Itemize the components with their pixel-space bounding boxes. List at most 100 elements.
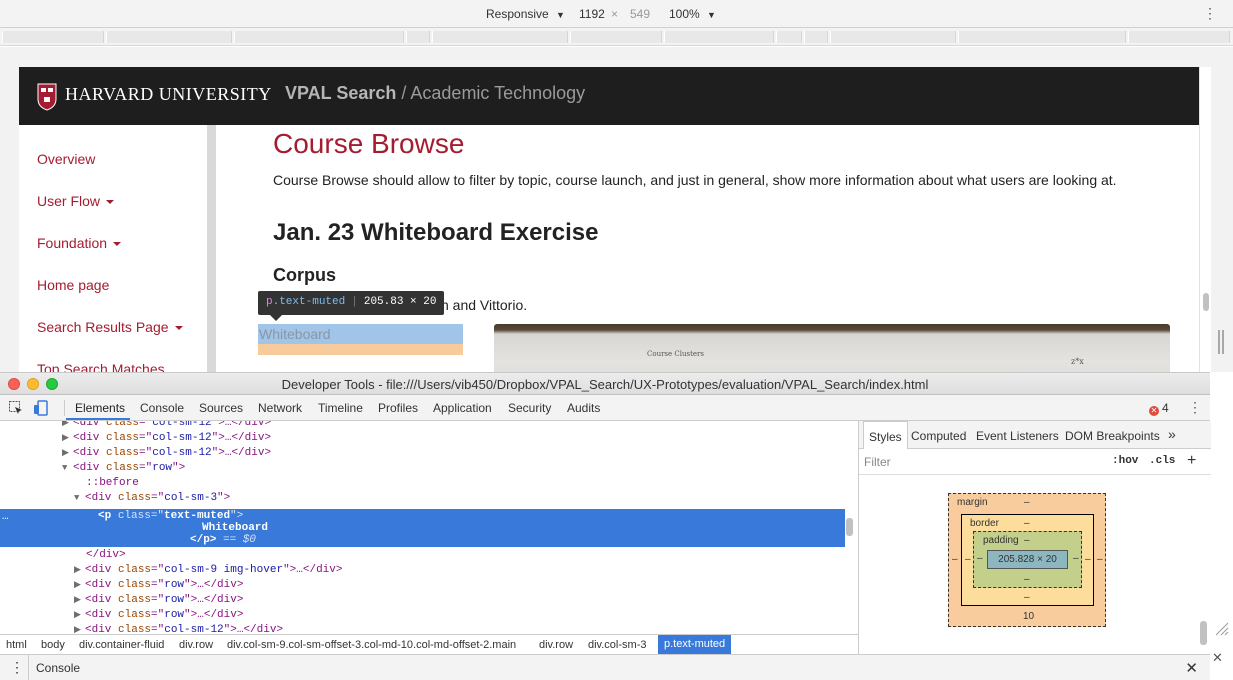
page-scrollbar[interactable] [1199,67,1211,373]
box-model-margin[interactable]: margin – 10 – – border – – – – padding –… [948,493,1106,627]
expand-triangle-icon[interactable]: ▶ [74,580,82,590]
sidebar-item-search-results[interactable]: Search Results Page [37,319,183,335]
margin-top-value[interactable]: – [1024,497,1030,508]
sidebar-item-foundation[interactable]: Foundation [37,235,122,251]
border-top-value[interactable]: – [1024,518,1030,529]
padding-bottom-value[interactable]: – [1024,574,1030,585]
media-query-bar[interactable] [106,31,232,43]
error-counter[interactable]: ✕ 4 [1149,401,1169,416]
site-title[interactable]: VPAL Search / Academic Technology [285,83,585,104]
dom-node[interactable]: </div> [86,549,126,564]
box-model-border[interactable]: border – – – – padding – – – – 205.828 ×… [961,514,1094,606]
device-toggle-icon[interactable] [33,400,49,416]
resize-handle-icon[interactable] [1218,330,1224,354]
breadcrumb-item-active[interactable]: p.text-muted [658,635,732,654]
device-mode-select[interactable]: Responsive ▼ [486,7,565,21]
dom-node[interactable]: ▶ <div class="row">…</div> [74,579,243,594]
media-query-bar[interactable] [776,31,802,43]
viewport-width-input[interactable]: 1192 [579,7,605,21]
tab-sources[interactable]: Sources [199,401,243,415]
sidebar-item-user-flow[interactable]: User Flow [37,193,115,209]
media-query-ruler[interactable] [0,28,1233,46]
dom-node[interactable]: ▶ <div class="col-sm-12">…</div> [62,421,271,432]
dom-node[interactable]: ▶ <div class="col-sm-12">…</div> [62,447,271,462]
more-options-icon[interactable]: ⋮ [1188,399,1202,416]
border-left-value[interactable]: – [965,554,971,565]
dom-node[interactable]: ▶ <div class="col-sm-9 img-hover">…</div> [74,564,342,579]
breadcrumb-item[interactable]: body [41,639,65,651]
dom-node[interactable]: ▼ <div class="col-sm-3"> [74,492,230,507]
dom-node[interactable]: ▶ <div class="col-sm-12">…</div> [62,432,271,447]
whiteboard-image[interactable] [494,324,1170,373]
dom-node[interactable]: ::before [86,477,139,492]
resize-grip-icon[interactable] [1213,620,1229,636]
drawer-menu-icon[interactable]: ⋮ [10,659,24,676]
tab-profiles[interactable]: Profiles [378,401,418,415]
class-toggle[interactable]: .cls [1149,455,1175,467]
padding-top-value[interactable]: – [1024,535,1030,546]
breadcrumb-item[interactable]: div.container-fluid [79,639,164,651]
media-query-bar[interactable] [570,31,662,43]
media-query-bar[interactable] [406,31,430,43]
media-query-bar[interactable] [2,31,104,43]
inspect-element-icon[interactable] [8,400,24,416]
tab-security[interactable]: Security [508,401,551,415]
scrollbar-thumb[interactable] [1203,293,1209,311]
media-query-bar[interactable] [664,31,774,43]
sidebar-item-overview[interactable]: Overview [37,151,95,167]
tab-timeline[interactable]: Timeline [318,401,363,415]
styles-filter-input[interactable]: Filter [864,455,891,469]
dom-node[interactable]: ▶ <div class="row">…</div> [74,609,243,624]
dom-node[interactable]: ▶ <div class="row">…</div> [74,594,243,609]
media-query-bar[interactable] [958,31,1126,43]
close-icon[interactable]: ✕ [1185,659,1198,677]
sidebar-item-home-page[interactable]: Home page [37,277,109,293]
padding-left-value[interactable]: – [977,553,983,564]
collapse-triangle-icon[interactable]: ▼ [62,463,70,473]
breadcrumb-item[interactable]: div.row [179,639,213,651]
breadcrumb-item[interactable]: html [6,639,27,651]
university-name[interactable]: HARVARD UNIVERSITY [65,84,272,105]
drawer-tab-console[interactable]: Console [36,661,80,675]
margin-right-value[interactable]: – [1097,554,1103,565]
more-tabs-icon[interactable]: » [1168,426,1176,442]
expand-triangle-icon[interactable]: ▶ [74,595,82,605]
breadcrumb-item[interactable]: div.col-sm-9.col-sm-offset-3.col-md-10.c… [227,639,516,651]
expand-triangle-icon[interactable]: ▶ [62,421,70,428]
expand-triangle-icon[interactable]: ▶ [62,433,70,443]
tab-console[interactable]: Console [140,401,184,415]
node-actions-icon[interactable]: … [2,511,9,523]
border-right-value[interactable]: – [1085,554,1091,565]
viewport-height-input[interactable]: 549 [630,7,650,21]
scrollbar-thumb[interactable] [846,518,853,536]
selected-dom-node[interactable]: … <p class="text-muted"> Whiteboard </p>… [0,509,845,547]
tab-audits[interactable]: Audits [567,401,600,415]
dom-node[interactable]: ▼ <div class="row"> [62,462,185,477]
selected-element-text[interactable]: Whiteboard [259,326,331,342]
expand-triangle-icon[interactable]: ▶ [62,448,70,458]
padding-right-value[interactable]: – [1073,553,1079,564]
border-bottom-value[interactable]: – [1024,592,1030,603]
collapse-triangle-icon[interactable]: ▼ [74,493,82,503]
dom-node[interactable]: ▶ <div class="col-sm-12">…</div> [74,624,283,634]
hover-state-toggle[interactable]: :hov [1112,455,1138,467]
media-query-bar[interactable] [804,31,828,43]
tab-application[interactable]: Application [433,401,492,415]
tab-event-listeners[interactable]: Event Listeners [976,429,1059,443]
tab-styles[interactable]: Styles [863,421,908,449]
media-query-bar[interactable] [432,31,568,43]
expand-triangle-icon[interactable]: ▶ [74,625,82,634]
media-query-bar[interactable] [830,31,956,43]
tab-network[interactable]: Network [258,401,302,415]
close-icon[interactable]: ✕ [1212,650,1223,666]
zoom-select[interactable]: 100% ▼ [669,7,716,21]
media-query-bar[interactable] [1128,31,1230,43]
tab-computed[interactable]: Computed [911,429,966,443]
margin-bottom-value[interactable]: 10 [1023,611,1034,622]
expand-triangle-icon[interactable]: ▶ [74,565,82,575]
more-options-icon[interactable]: ⋮ [1203,5,1217,22]
media-query-bar[interactable] [234,31,404,43]
tab-dom-breakpoints[interactable]: DOM Breakpoints [1065,429,1160,443]
margin-left-value[interactable]: – [952,554,958,565]
box-model-padding[interactable]: padding – – – – 205.828 × 20 [973,531,1082,588]
